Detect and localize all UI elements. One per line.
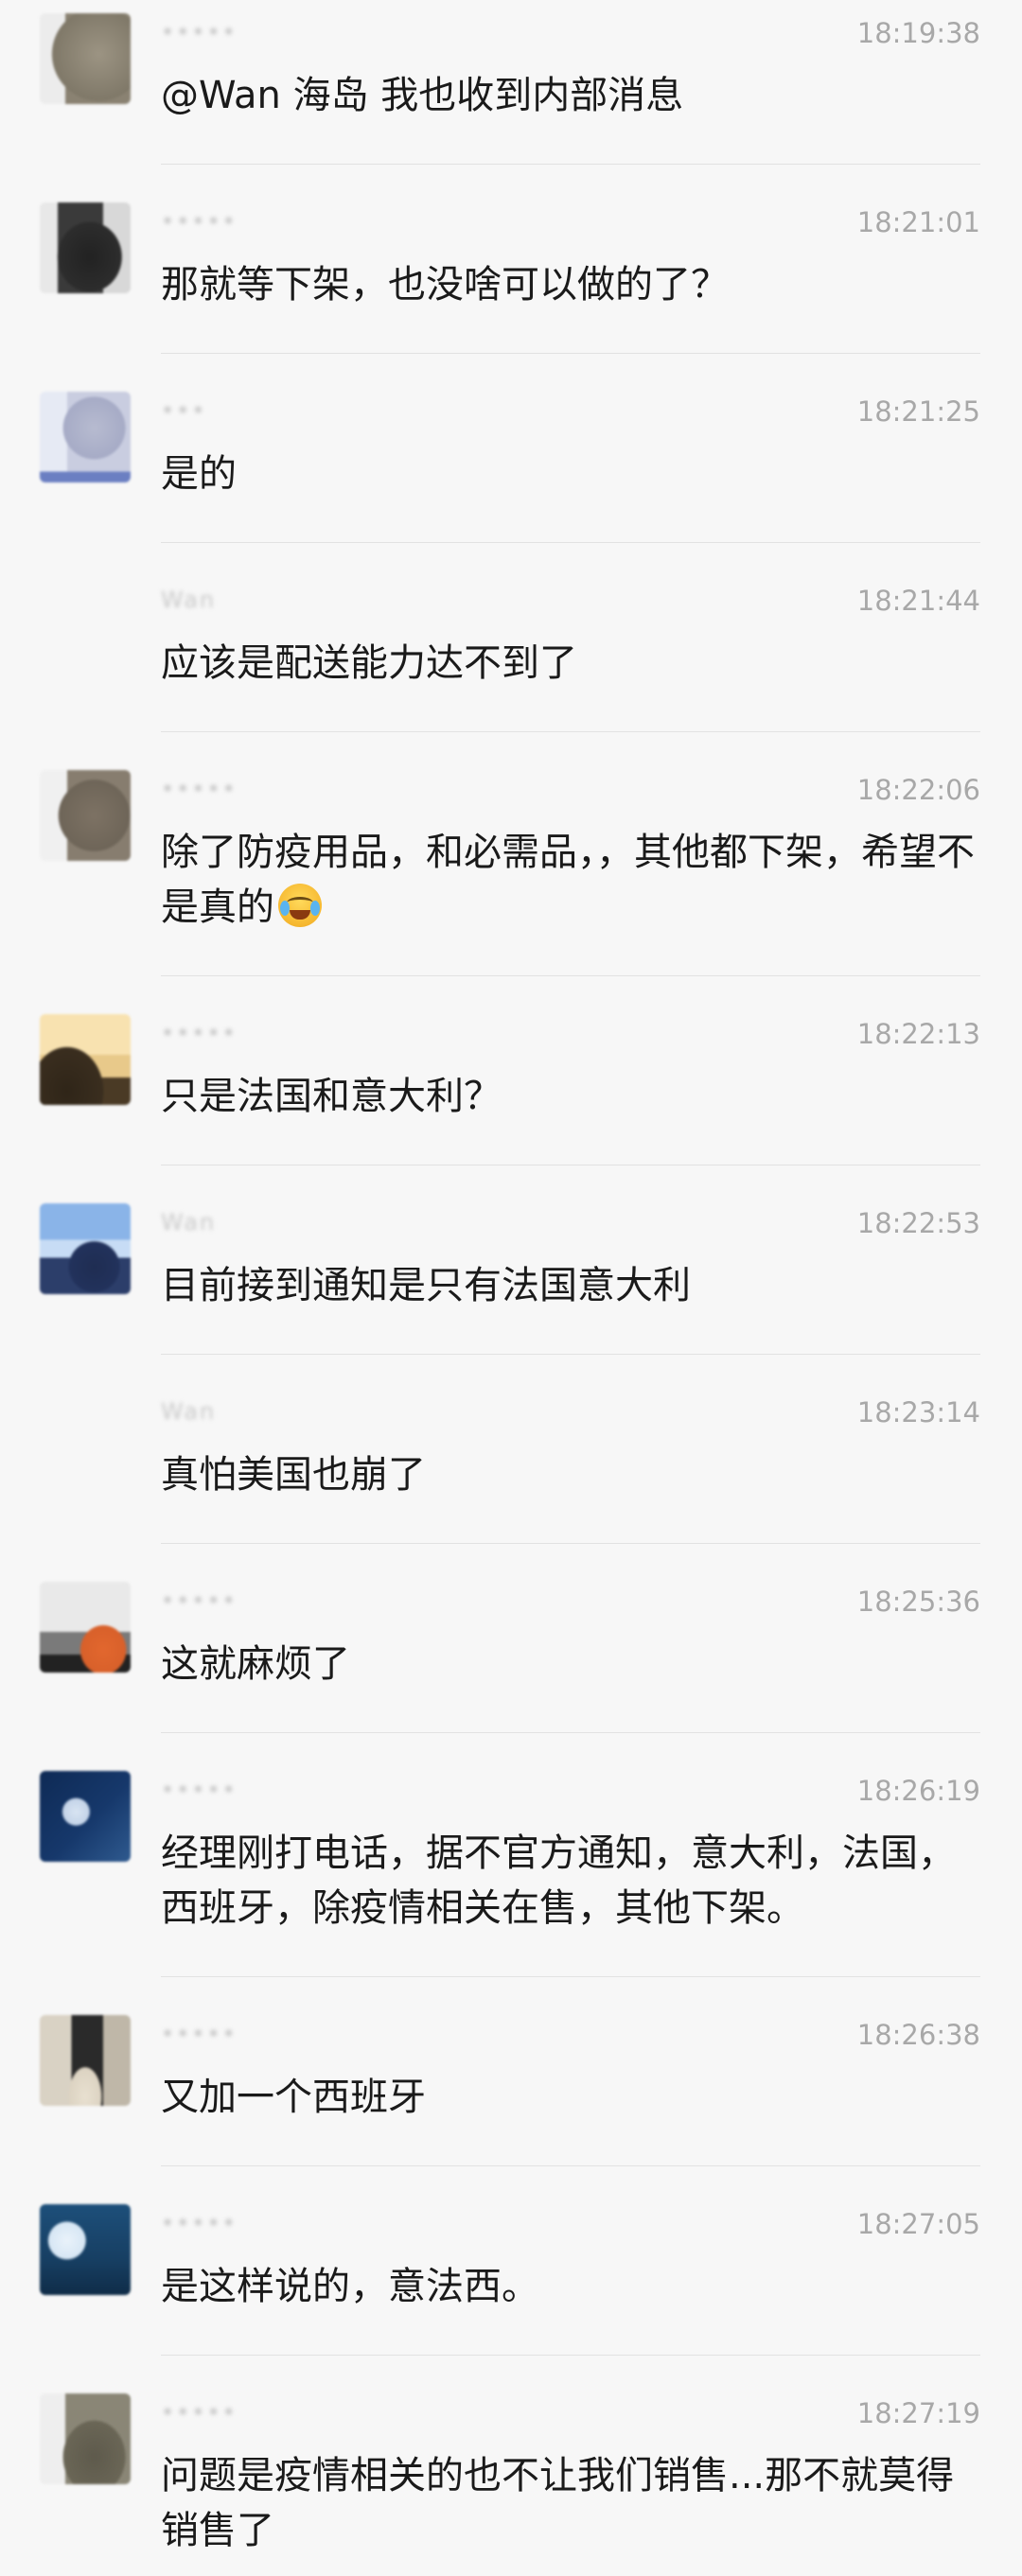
message-divider <box>161 542 980 543</box>
message-text: @Wan 海岛 我也收到内部消息 <box>161 74 684 117</box>
message-text: 这就麻烦了 <box>161 1642 350 1686</box>
chat-message[interactable]: ••••• 18:21:01 那就等下架，也没啥可以做的了？ <box>0 189 1022 378</box>
sender-name: ••••• <box>161 19 238 45</box>
avatar[interactable] <box>40 2015 131 2106</box>
avatar[interactable] <box>40 13 131 104</box>
message-time: 18:26:38 <box>856 2019 980 2051</box>
message-divider <box>161 1732 980 1733</box>
message-time: 18:27:19 <box>856 2397 980 2429</box>
message-divider <box>161 975 980 976</box>
message-divider <box>161 164 980 165</box>
avatar[interactable] <box>40 1582 131 1673</box>
sender-name: ••• <box>161 397 207 424</box>
sender-name: Wan <box>161 1209 217 1235</box>
chat-message[interactable]: Wan 18:21:44 应该是配送能力达不到了 <box>0 568 1022 757</box>
chat-message[interactable]: ••••• 18:22:13 只是法国和意大利？ <box>0 1001 1022 1190</box>
chat-message[interactable]: ••••• 18:26:38 又加一个西班牙 <box>0 2002 1022 2191</box>
avatar[interactable] <box>40 770 131 861</box>
chat-message[interactable]: ••••• 18:22:06 除了防疫用品，和必需品，，其他都下架，希望不是真的 <box>0 757 1022 1001</box>
avatar[interactable] <box>40 2204 131 2295</box>
avatar[interactable] <box>40 1014 131 1105</box>
chat-message[interactable]: ••••• 18:27:19 问题是疫情相关的也不让我们销售...那不就莫得销售… <box>0 2380 1022 2576</box>
sender-name: Wan <box>161 587 217 613</box>
message-time: 18:19:38 <box>856 17 980 49</box>
sender-name: ••••• <box>161 1777 238 1803</box>
sender-name: ••••• <box>161 2399 238 2426</box>
message-time: 18:22:13 <box>856 1018 980 1050</box>
message-divider <box>161 2165 980 2166</box>
message-text: 问题是疫情相关的也不让我们销售...那不就莫得销售了 <box>161 2454 955 2552</box>
chat-message[interactable]: Wan 18:22:53 目前接到通知是只有法国意大利 <box>0 1190 1022 1379</box>
message-time: 18:22:53 <box>856 1207 980 1239</box>
sender-name: ••••• <box>161 2210 238 2236</box>
message-time: 18:21:44 <box>856 585 980 617</box>
message-text: 经理刚打电话，据不官方通知，意大利，法国，西班牙，除疫情相关在售，其他下架。 <box>161 1831 956 1930</box>
chat-message[interactable]: Wan 18:23:14 真怕美国也崩了 <box>0 1379 1022 1568</box>
sender-name: Wan <box>161 1398 217 1425</box>
chat-message[interactable]: ••••• 18:26:19 经理刚打电话，据不官方通知，意大利，法国，西班牙，… <box>0 1758 1022 2002</box>
chat-message-list: ••••• 18:19:38 @Wan 海岛 我也收到内部消息 ••••• 18… <box>0 0 1022 2576</box>
message-time: 18:25:36 <box>856 1586 980 1618</box>
sender-name: ••••• <box>161 2021 238 2047</box>
message-divider <box>161 2355 980 2356</box>
chat-message[interactable]: ••••• 18:25:36 这就麻烦了 <box>0 1568 1022 1758</box>
message-text: 那就等下架，也没啥可以做的了？ <box>161 263 729 307</box>
chat-message[interactable]: ••••• 18:27:05 是这样说的，意法西。 <box>0 2191 1022 2380</box>
chat-message[interactable]: ••• 18:21:25 是的 <box>0 378 1022 568</box>
message-time: 18:22:06 <box>856 774 980 806</box>
message-text: 是这样说的，意法西。 <box>161 2265 539 2308</box>
message-text: 又加一个西班牙 <box>161 2076 426 2119</box>
message-text: 除了防疫用品，和必需品，，其他都下架，希望不是真的 <box>161 825 980 935</box>
avatar[interactable] <box>40 392 131 482</box>
message-text: 应该是配送能力达不到了 <box>161 641 577 685</box>
chat-message[interactable]: ••••• 18:19:38 @Wan 海岛 我也收到内部消息 <box>0 0 1022 189</box>
message-text: 是的 <box>161 452 237 496</box>
message-time: 18:27:05 <box>856 2208 980 2240</box>
avatar[interactable] <box>40 1203 131 1294</box>
message-divider <box>161 1543 980 1544</box>
message-text: 真怕美国也崩了 <box>161 1453 426 1497</box>
sender-name: ••••• <box>161 1587 238 1614</box>
message-divider <box>161 731 980 732</box>
sender-name: ••••• <box>161 208 238 235</box>
message-time: 18:26:19 <box>856 1775 980 1807</box>
message-time: 18:21:01 <box>856 206 980 238</box>
crying-laughing-emoji-icon <box>278 884 322 927</box>
message-divider <box>161 1976 980 1977</box>
sender-name: ••••• <box>161 1020 238 1046</box>
avatar[interactable] <box>40 202 131 293</box>
message-time: 18:23:14 <box>856 1396 980 1428</box>
message-divider <box>161 353 980 354</box>
message-divider <box>161 1354 980 1355</box>
avatar[interactable] <box>40 2393 131 2484</box>
sender-name: ••••• <box>161 776 238 802</box>
avatar[interactable] <box>40 1771 131 1862</box>
message-text: 只是法国和意大利？ <box>161 1075 502 1118</box>
message-text: 目前接到通知是只有法国意大利 <box>161 1264 691 1307</box>
message-time: 18:21:25 <box>856 395 980 428</box>
